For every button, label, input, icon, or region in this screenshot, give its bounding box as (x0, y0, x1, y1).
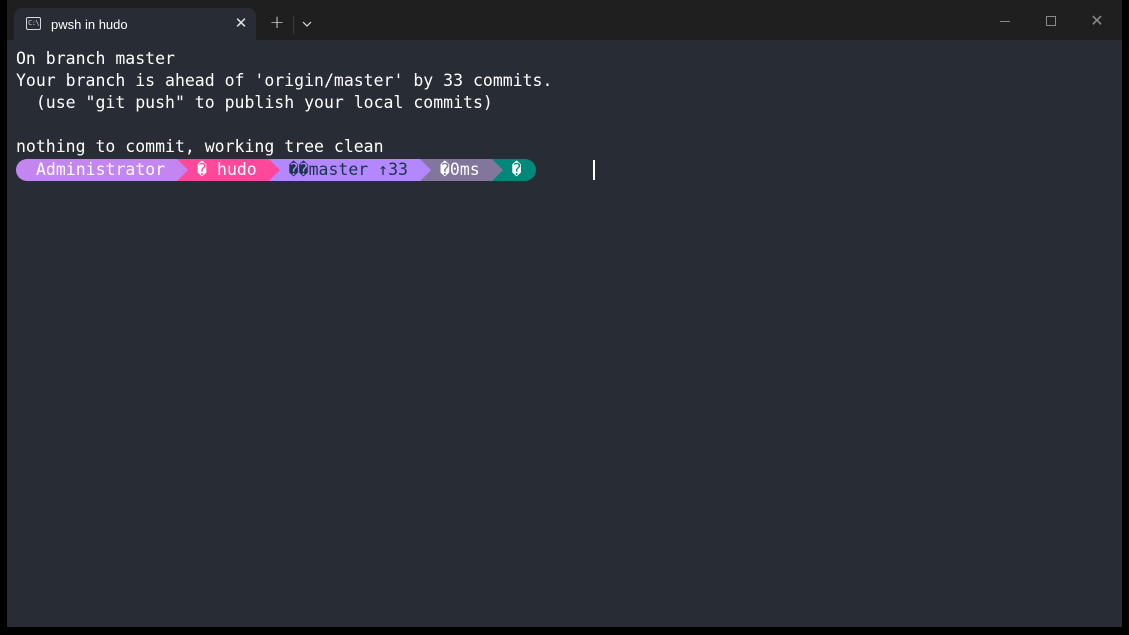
title-bar: C:\ pwsh in hudo ✕ + ✕ (7, 0, 1122, 40)
terminal-icon: C:\ (26, 17, 41, 30)
text-cursor (593, 160, 595, 180)
tab-dropdown-button[interactable] (297, 13, 317, 35)
shell-prompt: Administrator � hudo ��master ↑33 �0ms � (16, 159, 536, 181)
close-window-button[interactable]: ✕ (1082, 6, 1112, 36)
prompt-path-segment: � hudo (175, 159, 280, 181)
terminal-output[interactable]: On branch master Your branch is ahead of… (16, 48, 1116, 618)
tab-title: pwsh in hudo (51, 17, 128, 32)
prompt-user-segment: Administrator (16, 159, 189, 181)
chevron-down-icon (302, 21, 312, 27)
tab-pwsh[interactable]: C:\ pwsh in hudo ✕ (14, 8, 256, 40)
maximize-icon (1046, 16, 1056, 26)
minimize-icon (1000, 21, 1010, 22)
prompt-git-segment: ��master ↑33 (266, 159, 432, 181)
minimize-button[interactable] (990, 6, 1020, 36)
divider (293, 16, 294, 34)
terminal-window: C:\ pwsh in hudo ✕ + ✕ On branch master … (7, 0, 1122, 627)
new-tab-button[interactable]: + (266, 13, 288, 35)
output-line: nothing to commit, working tree clean (16, 137, 384, 156)
tab-close-button[interactable]: ✕ (231, 13, 251, 33)
output-line: Your branch is ahead of 'origin/master' … (16, 71, 553, 90)
maximize-button[interactable] (1036, 6, 1066, 36)
output-line: (use "git push" to publish your local co… (16, 93, 493, 112)
output-line: On branch master (16, 49, 175, 68)
